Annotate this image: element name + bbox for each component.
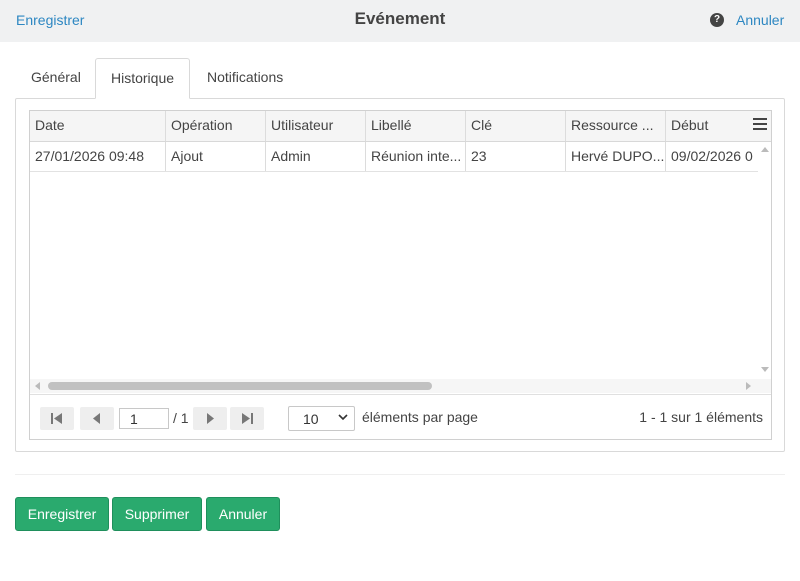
cell-utilisateur: Admin: [266, 142, 366, 171]
horizontal-scrollbar[interactable]: [30, 379, 771, 393]
pager-range-info: 1 - 1 sur 1 éléments: [639, 409, 763, 425]
chevron-down-icon: [338, 414, 348, 421]
divider: [15, 474, 785, 475]
last-page-icon: [242, 413, 253, 424]
column-header-libelle[interactable]: Libellé: [366, 111, 466, 141]
total-pages-label: / 1: [173, 410, 189, 426]
cell-debut: 09/02/2026 0: [671, 148, 753, 164]
history-grid: Date Opération Utilisateur Libellé Clé R…: [29, 110, 772, 440]
column-menu-icon[interactable]: [753, 118, 767, 132]
top-bar: Enregistrer Evénement ? Annuler: [0, 0, 800, 42]
page-number-input[interactable]: [119, 408, 169, 429]
previous-page-button[interactable]: [80, 407, 114, 430]
tab-notifications[interactable]: Notifications: [192, 58, 298, 99]
next-page-icon: [207, 413, 214, 424]
page-title: Evénement: [354, 9, 446, 28]
cell-ressource: Hervé DUPO...: [566, 142, 666, 171]
next-page-button[interactable]: [193, 407, 227, 430]
column-header-date[interactable]: Date: [30, 111, 166, 141]
per-page-label: éléments par page: [362, 409, 478, 425]
tab-historique[interactable]: Historique: [95, 58, 191, 99]
column-header-utilisateur[interactable]: Utilisateur: [266, 111, 366, 141]
page-size-select[interactable]: 10: [288, 406, 355, 431]
history-panel: Date Opération Utilisateur Libellé Clé R…: [15, 98, 785, 452]
main-content: Général Historique Notifications Date Op…: [0, 42, 800, 581]
first-page-icon: [51, 413, 62, 424]
tab-general[interactable]: Général: [16, 58, 96, 99]
cell-cle: 23: [466, 142, 566, 171]
last-page-button[interactable]: [230, 407, 264, 430]
delete-button[interactable]: Supprimer: [112, 497, 202, 531]
horizontal-scroll-thumb[interactable]: [48, 382, 432, 390]
scroll-up-arrow-icon[interactable]: [761, 147, 769, 152]
scroll-left-arrow-icon[interactable]: [35, 382, 40, 390]
scroll-down-arrow-icon[interactable]: [761, 367, 769, 372]
scroll-right-arrow-icon[interactable]: [746, 382, 751, 390]
cell-operation: Ajout: [166, 142, 266, 171]
help-icon[interactable]: ?: [710, 13, 724, 27]
pager: / 1 10 élé: [30, 394, 771, 439]
column-header-debut[interactable]: Début: [666, 111, 752, 141]
grid-header: Date Opération Utilisateur Libellé Clé R…: [30, 111, 771, 142]
cell-date: 27/01/2026 09:48: [30, 142, 166, 171]
save-button[interactable]: Enregistrer: [15, 497, 109, 531]
table-row[interactable]: 27/01/2026 09:48 Ajout Admin Réunion int…: [30, 142, 771, 172]
first-page-button[interactable]: [40, 407, 74, 430]
column-header-operation[interactable]: Opération: [166, 111, 266, 141]
header-cancel-link[interactable]: Annuler: [736, 12, 784, 28]
column-header-cle[interactable]: Clé: [466, 111, 566, 141]
column-header-ressource[interactable]: Ressource ...: [566, 111, 666, 141]
page-size-value: 10: [303, 411, 319, 427]
previous-page-icon: [93, 413, 100, 424]
cell-libelle: Réunion inte...: [366, 142, 466, 171]
cancel-button[interactable]: Annuler: [206, 497, 280, 531]
vertical-scrollbar[interactable]: [758, 142, 771, 379]
